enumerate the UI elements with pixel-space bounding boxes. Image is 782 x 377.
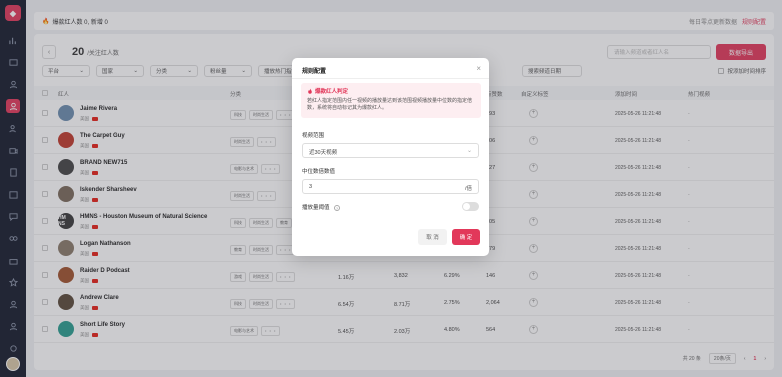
threshold-label-row: 播放量阈值 ? xyxy=(302,203,341,211)
multiple-input-value: 3 xyxy=(309,184,313,190)
info-box: 爆款红人判定 若红人指定范围内任一视频的播放量达到该范围视频播放量中位数的指定倍… xyxy=(301,83,481,118)
cancel-button[interactable]: 取 消 xyxy=(418,229,447,245)
info-text: 若红人指定范围内任一视频的播放量达到该范围视频播放量中位数的指定倍数，系统将自动… xyxy=(307,98,473,111)
modal-divider xyxy=(292,78,489,79)
chevron-down-icon: ⌄ xyxy=(466,148,472,154)
rule-config-modal: 规则配置 × 爆款红人判定 若红人指定范围内任一视频的播放量达到该范围视频播放量… xyxy=(292,58,489,256)
multiple-unit: /倍 xyxy=(464,186,472,192)
info-title: 爆款红人判定 xyxy=(307,87,475,95)
info-title-text: 爆款红人判定 xyxy=(315,89,349,95)
threshold-toggle[interactable] xyxy=(462,202,479,211)
help-icon[interactable]: ? xyxy=(334,204,341,211)
range-label: 视频范围 xyxy=(302,133,325,139)
fire-icon xyxy=(308,88,312,94)
confirm-button[interactable]: 确 定 xyxy=(452,229,480,245)
threshold-label: 播放量阈值 xyxy=(302,205,330,211)
close-icon[interactable]: × xyxy=(476,64,481,73)
range-select[interactable]: 近30天视频 ⌄ xyxy=(302,143,479,158)
multiple-label: 中位数倍数值 xyxy=(302,169,336,175)
modal-title: 规则配置 xyxy=(302,69,327,75)
toggle-knob xyxy=(463,203,470,210)
app-root: ◆ 🔥 爆款红人数 0, 新增 0 每日零点更新数据 规则配置 ‹ 20 /关注红… xyxy=(0,0,782,377)
range-select-value: 近30天视频 xyxy=(309,150,338,156)
multiple-input[interactable]: 3 /倍 xyxy=(302,179,479,194)
